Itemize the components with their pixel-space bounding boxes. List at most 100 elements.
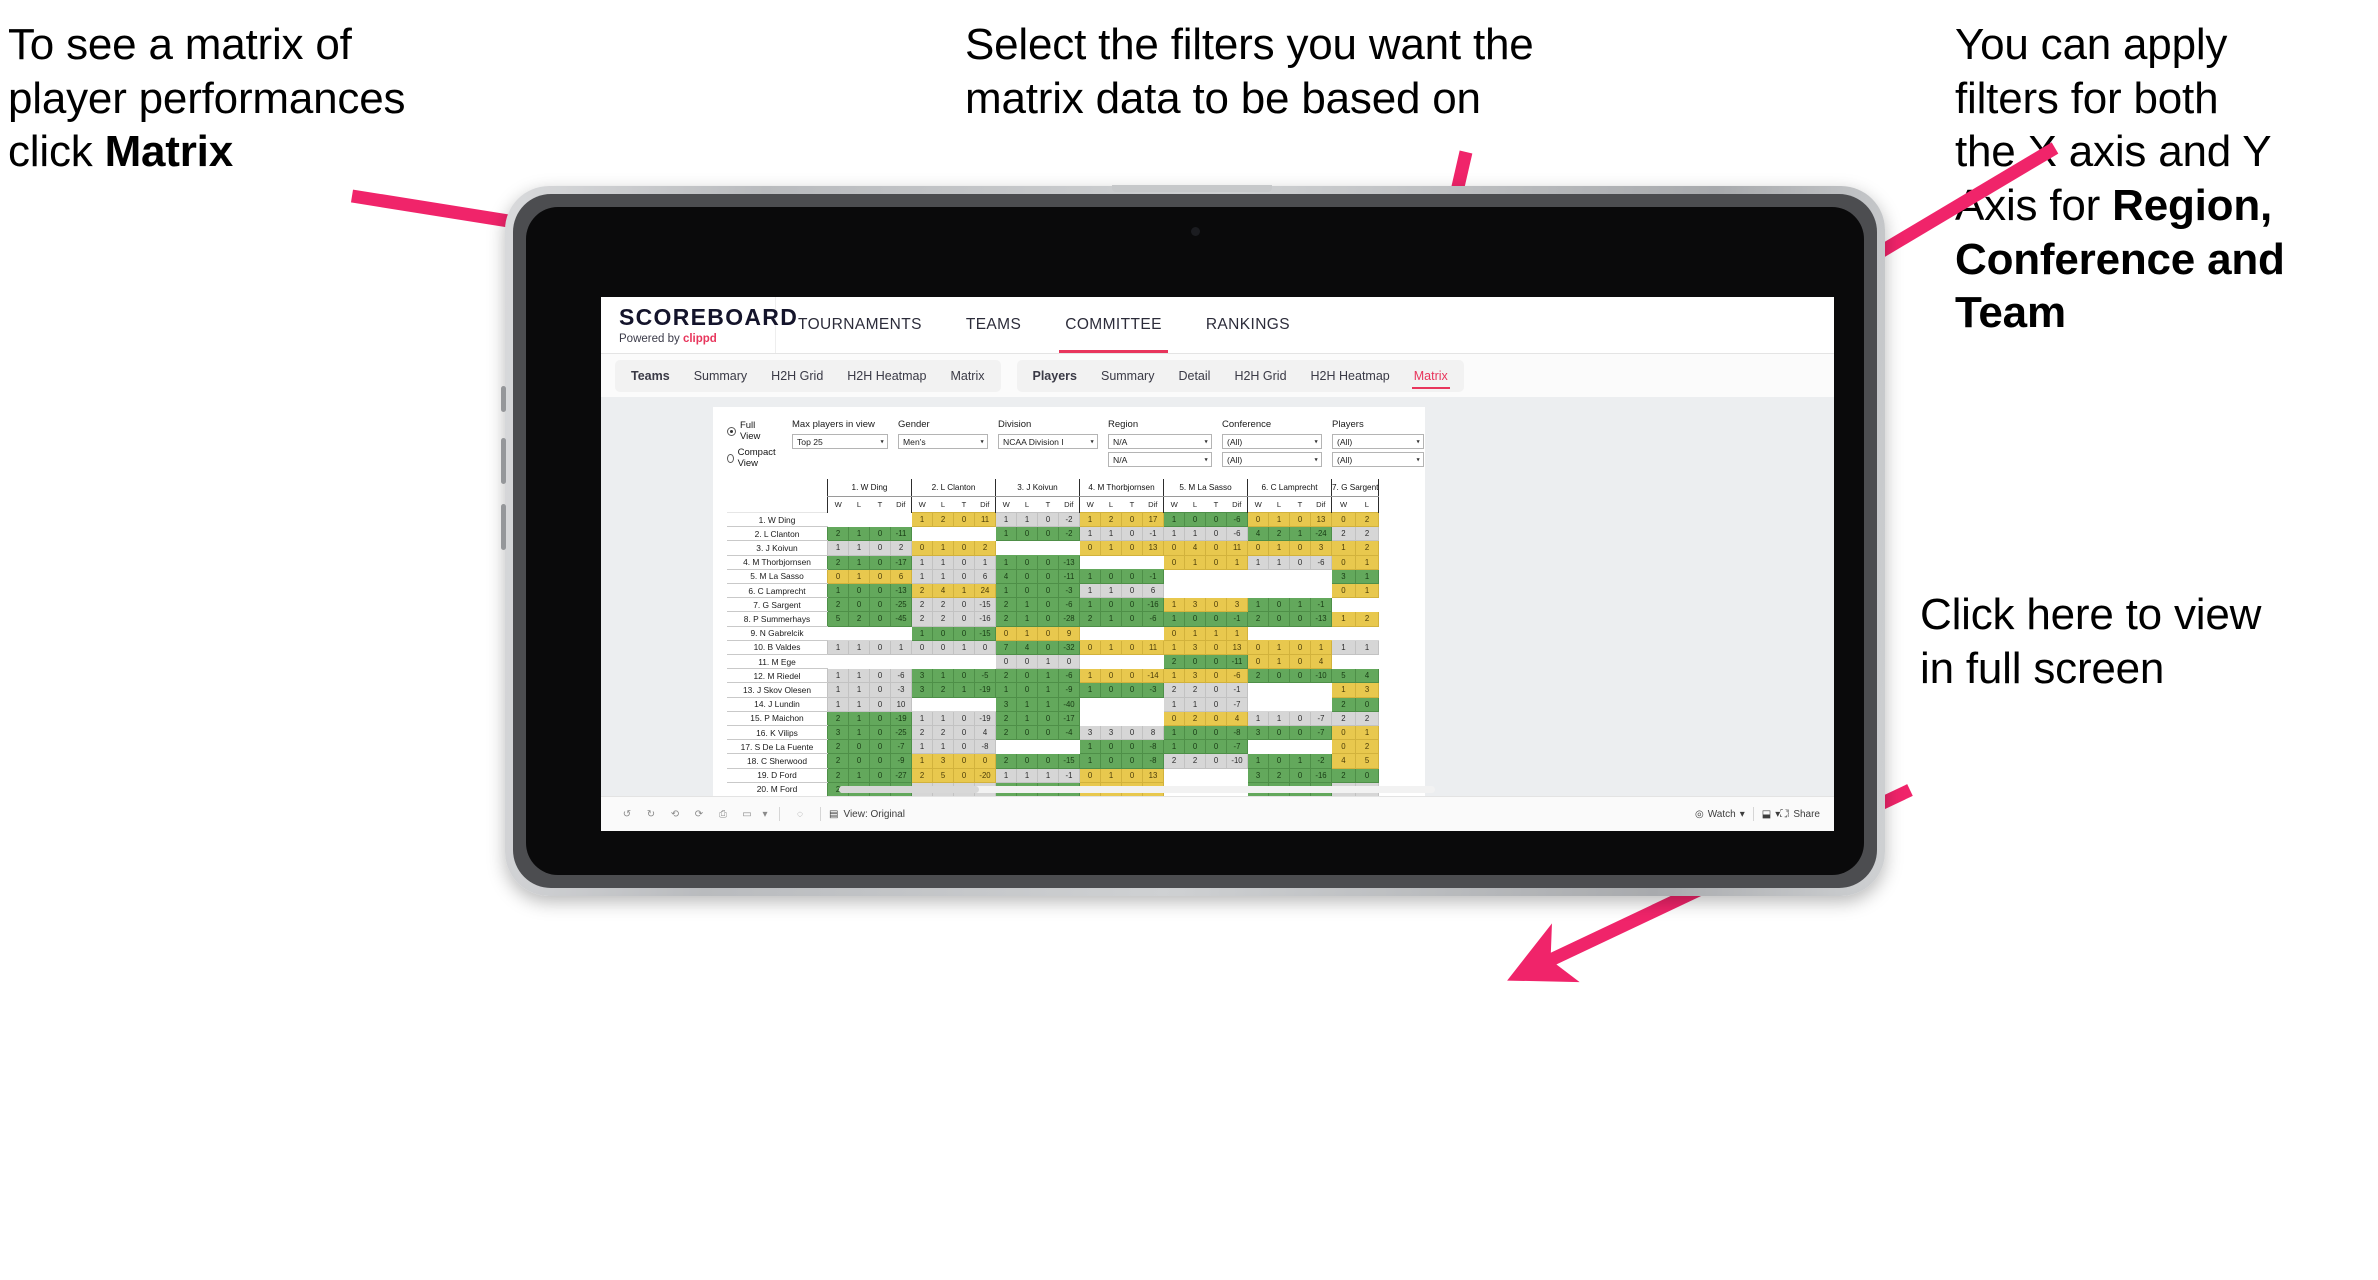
tab-players-h2h-heatmap[interactable]: H2H Heatmap: [1299, 360, 1402, 392]
undo-icon[interactable]: ↺: [615, 802, 639, 826]
matrix-cell[interactable]: 1: [1163, 611, 1185, 627]
matrix-cell[interactable]: 11: [1142, 639, 1164, 656]
matrix-cell[interactable]: 2: [1247, 668, 1269, 684]
matrix-cell[interactable]: -28: [1058, 611, 1080, 627]
matrix-cell[interactable]: [1142, 626, 1164, 641]
matrix-cell[interactable]: -3: [1058, 583, 1080, 599]
matrix-cell[interactable]: 1: [1037, 668, 1059, 684]
tab-players-matrix[interactable]: Matrix: [1402, 360, 1460, 392]
matrix-cell[interactable]: [1247, 739, 1269, 754]
matrix-cell[interactable]: 2: [1268, 526, 1290, 542]
matrix-cell[interactable]: 2: [995, 597, 1017, 613]
matrix-cell[interactable]: [1268, 682, 1290, 698]
matrix-cell[interactable]: [1355, 626, 1379, 641]
matrix-cell[interactable]: 1: [911, 753, 933, 769]
matrix-column-header[interactable]: 5. M La Sasso: [1163, 479, 1248, 497]
matrix-cell[interactable]: 2: [1268, 767, 1290, 783]
matrix-cell[interactable]: 1: [1163, 597, 1185, 613]
matrix-cell[interactable]: 0: [953, 767, 975, 783]
matrix-cell[interactable]: 0: [1289, 668, 1311, 684]
matrix-cell[interactable]: [1037, 540, 1059, 556]
matrix-cell[interactable]: [1331, 654, 1356, 669]
matrix-cell[interactable]: 0: [869, 725, 891, 741]
matrix-row-label[interactable]: 5. M La Sasso: [727, 568, 828, 585]
matrix-cell[interactable]: 1: [1289, 526, 1311, 542]
matrix-cell[interactable]: 13: [1142, 767, 1164, 783]
matrix-cell[interactable]: 2: [827, 597, 849, 613]
matrix-metric-header[interactable]: W: [1331, 496, 1356, 513]
matrix-cell[interactable]: 0: [995, 625, 1017, 641]
matrix-cell[interactable]: 0: [1037, 597, 1059, 613]
brand-logo[interactable]: SCOREBOARD Powered by clippd: [601, 297, 797, 353]
filter-division-select[interactable]: NCAA Division I ▾: [998, 434, 1099, 449]
matrix-cell[interactable]: 1: [1247, 554, 1269, 570]
matrix-cell[interactable]: 1: [911, 568, 933, 585]
matrix-cell[interactable]: 2: [1354, 511, 1380, 528]
radio-compact-view[interactable]: Compact View: [727, 447, 778, 469]
matrix-cell[interactable]: -9: [890, 753, 912, 769]
matrix-cell[interactable]: 0: [953, 568, 975, 585]
matrix-cell[interactable]: 1: [1079, 597, 1101, 613]
matrix-cell[interactable]: 0: [953, 511, 975, 528]
matrix-cell[interactable]: 1: [1331, 682, 1356, 698]
matrix-cell[interactable]: 2: [827, 753, 849, 769]
matrix-cell[interactable]: 0: [1268, 753, 1290, 769]
filter-max-players-select[interactable]: Top 25 ▾: [792, 434, 889, 449]
horizontal-scrollbar[interactable]: [839, 786, 1435, 793]
filter-players-y-select[interactable]: (All) ▾: [1332, 452, 1425, 467]
matrix-cell[interactable]: 1: [953, 639, 975, 656]
matrix-cell[interactable]: 4: [1184, 540, 1206, 556]
nav-item-rankings[interactable]: RANKINGS: [1184, 297, 1312, 353]
matrix-cell[interactable]: [1121, 711, 1143, 726]
matrix-cell[interactable]: -7: [1310, 725, 1332, 741]
matrix-cell[interactable]: [953, 654, 975, 669]
matrix-cell[interactable]: 3: [1100, 725, 1122, 741]
matrix-cell[interactable]: -7: [890, 739, 912, 755]
matrix-cell[interactable]: 3: [995, 696, 1017, 712]
matrix-metric-header[interactable]: L: [849, 497, 870, 513]
matrix-metric-header[interactable]: T: [870, 497, 891, 513]
matrix-metric-header[interactable]: T: [954, 497, 975, 513]
matrix-cell[interactable]: 0: [953, 725, 975, 741]
matrix-cell[interactable]: 1: [932, 554, 954, 570]
matrix-cell[interactable]: [1100, 654, 1122, 669]
matrix-cell[interactable]: 0: [869, 540, 891, 556]
pause-auto-update-icon[interactable]: ⎙: [711, 802, 735, 826]
matrix-cell[interactable]: -25: [890, 597, 912, 613]
matrix-cell[interactable]: -19: [890, 710, 912, 727]
matrix-cell[interactable]: 0: [1016, 725, 1038, 741]
matrix-cell[interactable]: -2: [1058, 526, 1080, 542]
matrix-cell[interactable]: 2: [911, 583, 933, 599]
matrix-cell[interactable]: -1: [1310, 597, 1332, 613]
matrix-cell[interactable]: 0: [1037, 511, 1059, 528]
matrix-cell[interactable]: 0: [932, 639, 954, 656]
matrix-cell[interactable]: [1289, 626, 1311, 641]
matrix-cell[interactable]: [827, 512, 849, 527]
matrix-cell[interactable]: [1079, 626, 1101, 641]
matrix-cell[interactable]: 1: [848, 682, 870, 698]
tablet-button-volume-up[interactable]: [501, 438, 506, 484]
matrix-cell[interactable]: 1: [1354, 583, 1380, 599]
matrix-cell[interactable]: 2: [848, 611, 870, 627]
matrix-cell[interactable]: 0: [1100, 568, 1122, 585]
matrix-row-label[interactable]: 1. W Ding: [727, 511, 828, 528]
matrix-cell[interactable]: 1: [1354, 568, 1380, 585]
matrix-cell[interactable]: 1: [1037, 682, 1059, 698]
matrix-cell[interactable]: 0: [1121, 639, 1143, 656]
matrix-cell[interactable]: 0: [1184, 511, 1206, 528]
matrix-cell[interactable]: 0: [911, 540, 933, 556]
matrix-cell[interactable]: 1: [1247, 710, 1269, 727]
matrix-row-label[interactable]: 20. M Ford: [727, 781, 828, 797]
tab-players-summary[interactable]: Summary: [1089, 360, 1166, 392]
filter-region-x-select[interactable]: N/A ▾: [1108, 434, 1213, 449]
device-layout-icon[interactable]: ▭: [735, 802, 759, 826]
matrix-cell[interactable]: 0: [1184, 725, 1206, 741]
matrix-cell[interactable]: 4: [1310, 654, 1332, 670]
fullscreen-button[interactable]: ⛶: [1780, 809, 1787, 820]
matrix-cell[interactable]: 0: [1205, 611, 1227, 627]
matrix-cell[interactable]: 1: [1079, 568, 1101, 585]
matrix-cell[interactable]: 6: [974, 568, 996, 585]
matrix-cell[interactable]: 1: [1100, 767, 1122, 783]
matrix-cell[interactable]: [848, 626, 870, 641]
matrix-row-label[interactable]: 6. C Lamprecht: [727, 583, 828, 599]
